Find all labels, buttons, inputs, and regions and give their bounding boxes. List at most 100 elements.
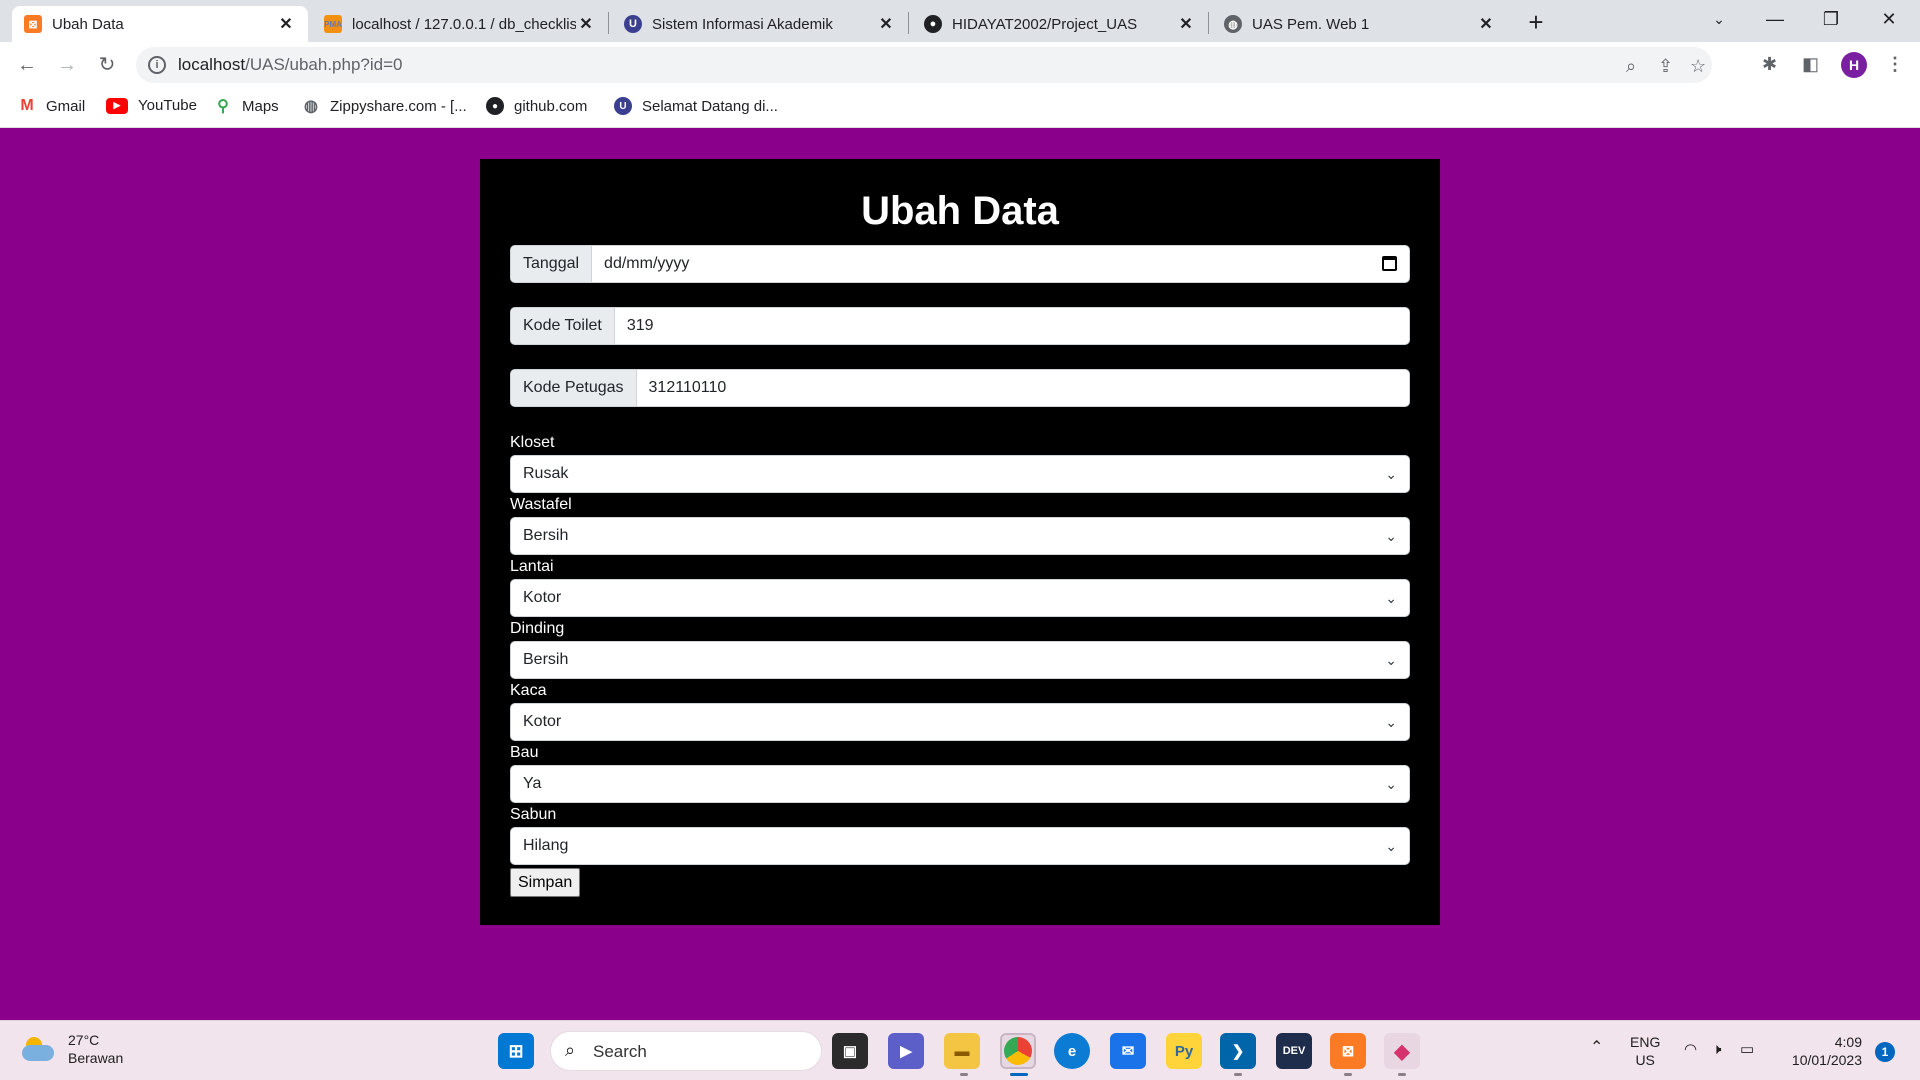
clock[interactable]: 4:09 10/01/2023 xyxy=(1780,1033,1862,1069)
browser-tab-bar: ⊠ Ubah Data ✕ PMA localhost / 127.0.0.1 … xyxy=(0,0,1920,42)
minimize-button[interactable]: — xyxy=(1752,0,1798,40)
xampp-icon[interactable]: ⊠ xyxy=(1330,1033,1366,1069)
chrome-icon[interactable] xyxy=(1000,1033,1036,1069)
windows-start-icon[interactable]: ⊞ xyxy=(498,1033,534,1069)
edge-icon[interactable]: e xyxy=(1054,1033,1090,1069)
bookmark-selamat-datang[interactable]: U Selamat Datang di... xyxy=(614,97,778,115)
github-icon: ● xyxy=(924,15,942,33)
kloset-select[interactable]: Rusak ⌄ xyxy=(510,455,1410,493)
url-host: localhost xyxy=(178,55,246,74)
teams-chat-icon[interactable]: ▶ xyxy=(888,1033,924,1069)
weather-widget[interactable]: 27°C Berawan xyxy=(22,1031,123,1067)
search-icon: ⌕ xyxy=(565,1040,576,1060)
language-indicator[interactable]: ENG US xyxy=(1630,1033,1660,1069)
site-info-icon[interactable]: i xyxy=(148,56,166,74)
close-icon[interactable]: ✕ xyxy=(876,14,896,34)
mail-icon[interactable]: ✉ xyxy=(1110,1033,1146,1069)
wifi-icon[interactable]: ◠ xyxy=(1684,1041,1697,1059)
calendar-icon[interactable] xyxy=(1382,256,1397,271)
bookmark-label: YouTube xyxy=(138,97,197,114)
partly-cloudy-icon xyxy=(22,1037,56,1061)
devcpp-icon[interactable]: DEV xyxy=(1276,1033,1312,1069)
notification-badge[interactable]: 1 xyxy=(1875,1042,1895,1062)
bau-select[interactable]: Ya ⌄ xyxy=(510,765,1410,803)
lantai-select[interactable]: Kotor ⌄ xyxy=(510,579,1410,617)
zoom-icon[interactable]: ⌕ xyxy=(1626,56,1636,77)
tab-title: Sistem Informasi Akademik xyxy=(652,15,833,33)
tab-title: HIDAYAT2002/Project_UAS xyxy=(952,15,1138,33)
bookmark-github[interactable]: ● github.com xyxy=(486,97,587,115)
lantai-selected-value: Kotor xyxy=(523,589,562,606)
weather-temperature: 27°C xyxy=(68,1032,100,1048)
tab-search-chevron-icon[interactable]: ⌄ xyxy=(1696,0,1742,40)
kode-toilet-label: Kode Toilet xyxy=(511,308,615,344)
bookmark-maps[interactable]: ⚲ Maps xyxy=(214,97,279,116)
dinding-select[interactable]: Bersih ⌄ xyxy=(510,641,1410,679)
sabun-selected-value: Hilang xyxy=(523,837,569,854)
bookmark-zippyshare[interactable]: ◍ Zippyshare.com - [... xyxy=(302,97,467,116)
tab-title: localhost / 127.0.0.1 / db_checklis xyxy=(352,15,576,33)
kode-toilet-input-group: Kode Toilet 319 xyxy=(510,307,1410,345)
avatar[interactable]: H xyxy=(1841,52,1867,78)
region-code: US xyxy=(1635,1052,1655,1068)
back-button[interactable]: ← xyxy=(10,48,44,82)
window-close-button[interactable]: ✕ xyxy=(1866,0,1912,40)
search-label: Search xyxy=(593,1042,647,1061)
kaca-label: Kaca xyxy=(510,682,547,699)
tab-uas-pem-web[interactable]: ◍ UAS Pem. Web 1 ✕ xyxy=(1212,6,1508,42)
bookmark-label: github.com xyxy=(514,97,588,115)
lantai-label: Lantai xyxy=(510,558,554,575)
restore-button[interactable]: ❐ xyxy=(1808,0,1854,40)
sabun-select[interactable]: Hilang ⌄ xyxy=(510,827,1410,865)
tanggal-date-input[interactable]: dd/mm/yyyy xyxy=(592,246,1409,282)
side-panel-icon[interactable]: ◧ xyxy=(1802,54,1819,75)
extensions-icon[interactable]: ✱ xyxy=(1762,54,1777,75)
file-explorer-icon[interactable]: ▬ xyxy=(944,1033,980,1069)
kode-toilet-input[interactable]: 319 xyxy=(615,308,1409,344)
running-indicator xyxy=(1398,1073,1406,1076)
close-icon[interactable]: ✕ xyxy=(576,14,596,34)
dinding-label: Dinding xyxy=(510,620,565,637)
save-button[interactable]: Simpan xyxy=(510,868,581,897)
close-icon[interactable]: ✕ xyxy=(1476,14,1496,34)
python-icon[interactable]: Py xyxy=(1166,1033,1202,1069)
tab-divider xyxy=(908,12,909,34)
kode-petugas-input[interactable]: 312110110 xyxy=(637,370,1409,406)
edit-form-card: Ubah Data Tanggal dd/mm/yyyy Kode Toilet… xyxy=(480,159,1440,925)
chevron-down-icon: ⌄ xyxy=(1385,528,1397,544)
address-bar[interactable]: i localhost/UAS/ubah.php?id=0 ⌕ ⇪ ☆ xyxy=(136,47,1712,83)
forward-button[interactable]: → xyxy=(50,48,84,82)
kode-petugas-label: Kode Petugas xyxy=(511,370,637,406)
bookmark-star-icon[interactable]: ☆ xyxy=(1690,56,1706,77)
tab-sistem-informasi-akademik[interactable]: U Sistem Informasi Akademik ✕ xyxy=(612,6,908,42)
reload-button[interactable]: ↻ xyxy=(90,48,124,82)
close-icon[interactable]: ✕ xyxy=(1176,14,1196,34)
tab-phpmyadmin[interactable]: PMA localhost / 127.0.0.1 / db_checklis … xyxy=(312,6,608,42)
battery-icon[interactable]: ▭ xyxy=(1740,1041,1754,1059)
chevron-down-icon: ⌄ xyxy=(1385,652,1397,668)
share-icon[interactable]: ⇪ xyxy=(1658,56,1673,77)
browser-toolbar: ← → ↻ i localhost/UAS/ubah.php?id=0 ⌕ ⇪ … xyxy=(0,42,1920,88)
tab-ubah-data[interactable]: ⊠ Ubah Data ✕ xyxy=(12,6,308,42)
wastafel-select[interactable]: Bersih ⌄ xyxy=(510,517,1410,555)
tab-github-project[interactable]: ● HIDAYAT2002/Project_UAS ✕ xyxy=(912,6,1208,42)
url-text[interactable]: localhost/UAS/ubah.php?id=0 xyxy=(178,55,402,75)
globe-icon: ◍ xyxy=(304,98,318,115)
university-icon: U xyxy=(614,97,632,115)
close-icon[interactable]: ✕ xyxy=(276,14,296,34)
new-tab-button[interactable]: + xyxy=(1520,6,1552,38)
volume-icon[interactable]: 🕨 xyxy=(1712,1041,1721,1059)
kaca-select[interactable]: Kotor ⌄ xyxy=(510,703,1410,741)
app-icon[interactable]: ◆ xyxy=(1384,1033,1420,1069)
chevron-up-icon[interactable]: ⌃ xyxy=(1590,1039,1603,1057)
taskbar-search[interactable]: ⌕ Search xyxy=(550,1031,822,1071)
maps-icon: ⚲ xyxy=(217,98,229,115)
menu-icon[interactable]: ⋮ xyxy=(1886,54,1904,75)
bookmark-youtube[interactable]: ▶ YouTube xyxy=(106,97,197,114)
task-view-icon[interactable]: ▣ xyxy=(832,1033,868,1069)
bookmark-label: Maps xyxy=(242,97,279,115)
bookmark-gmail[interactable]: M Gmail xyxy=(18,97,85,115)
tanggal-label: Tanggal xyxy=(511,246,593,282)
vscode-icon[interactable]: ❯ xyxy=(1220,1033,1256,1069)
university-icon: U xyxy=(624,15,642,33)
